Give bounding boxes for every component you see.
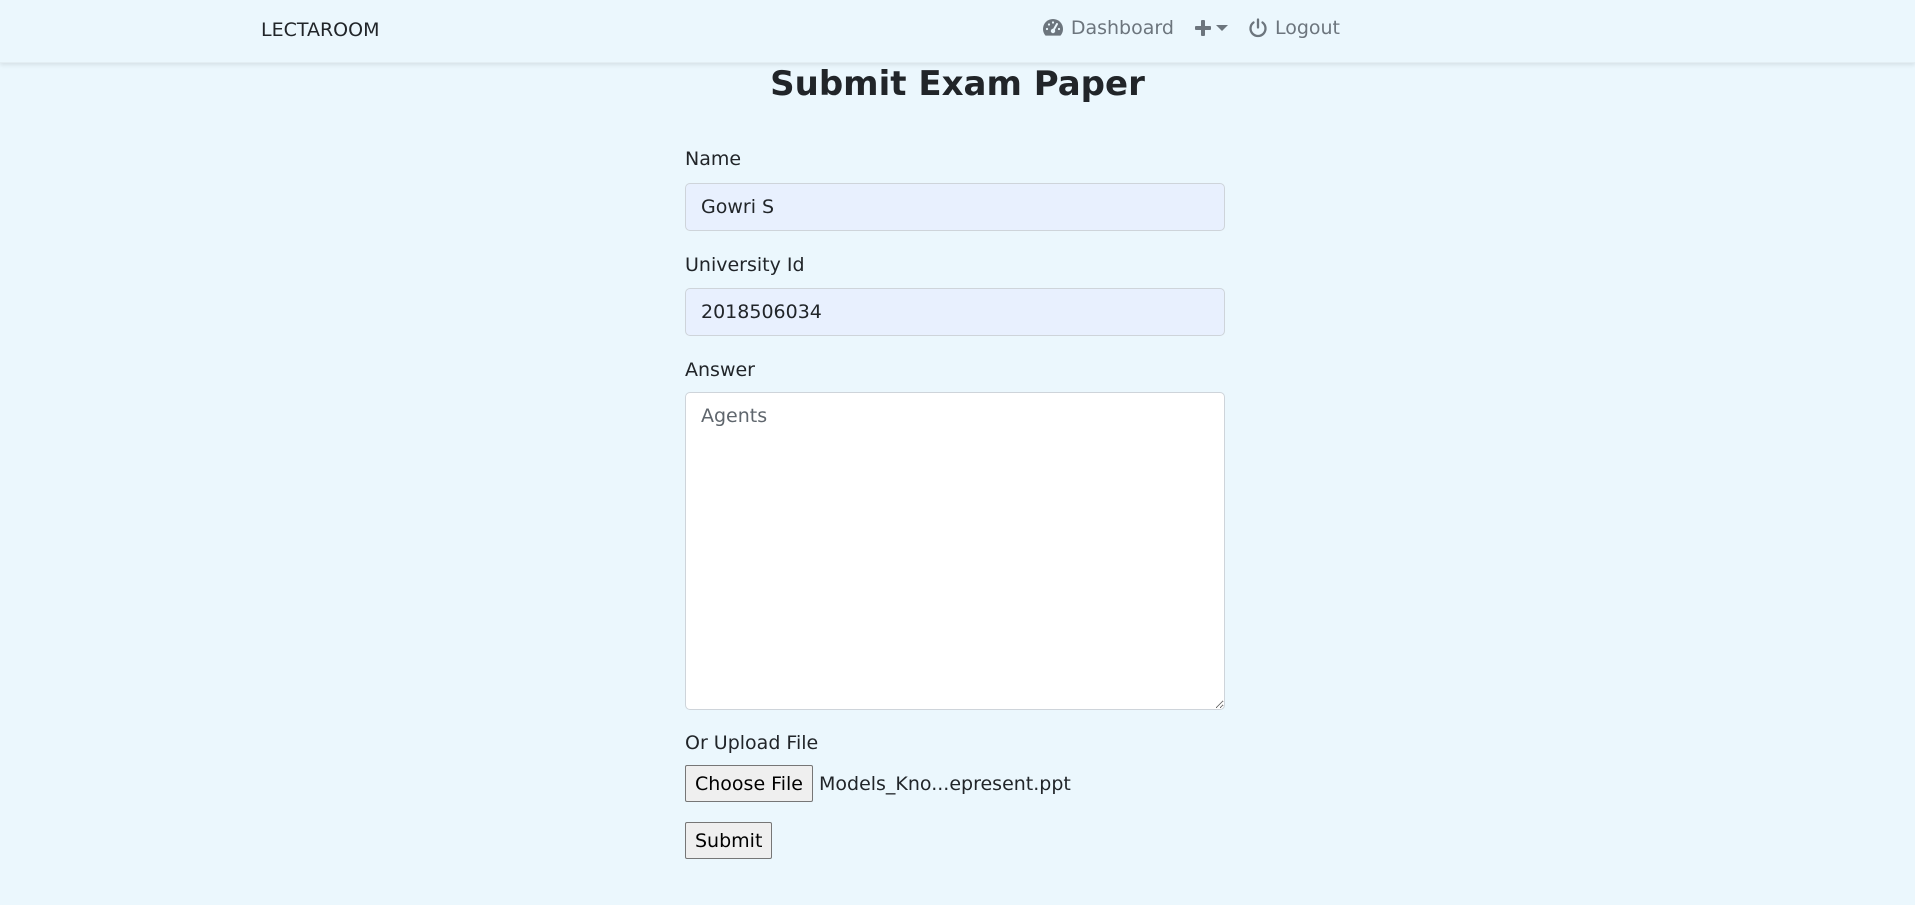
dashboard-label: Dashboard bbox=[1070, 17, 1174, 39]
navbar: LECTAROOM Dashboard Logout bbox=[0, 0, 1915, 63]
answer-label: Answer bbox=[685, 359, 755, 381]
nav-right: Dashboard Logout bbox=[1042, 17, 1340, 39]
file-upload: Choose File Models_Kno...epresent.ppt bbox=[685, 765, 1225, 802]
choose-file-button[interactable]: Choose File bbox=[685, 765, 813, 802]
caret-down-icon bbox=[1215, 24, 1228, 32]
university-id-label: University Id bbox=[685, 254, 805, 276]
name-label: Name bbox=[685, 148, 742, 170]
name-field[interactable] bbox=[685, 183, 1225, 231]
plus-icon bbox=[1194, 19, 1212, 37]
brand-link[interactable]: LECTAROOM bbox=[261, 19, 380, 41]
exam-submit-form: Name University Id Answer Or Upload File… bbox=[685, 148, 1225, 859]
dashboard-icon bbox=[1042, 18, 1064, 38]
answer-textarea[interactable] bbox=[685, 392, 1225, 710]
university-id-field[interactable] bbox=[685, 288, 1225, 336]
logout-label: Logout bbox=[1274, 17, 1340, 39]
power-icon bbox=[1248, 18, 1268, 38]
upload-label: Or Upload File bbox=[685, 732, 819, 754]
page-title: Submit Exam Paper bbox=[770, 64, 1145, 104]
logout-link[interactable]: Logout bbox=[1248, 17, 1340, 39]
submit-button[interactable]: Submit bbox=[685, 822, 773, 859]
selected-file-name: Models_Kno...epresent.ppt bbox=[818, 772, 1071, 795]
dashboard-link[interactable]: Dashboard bbox=[1042, 17, 1174, 39]
add-dropdown-toggle[interactable] bbox=[1194, 19, 1228, 37]
